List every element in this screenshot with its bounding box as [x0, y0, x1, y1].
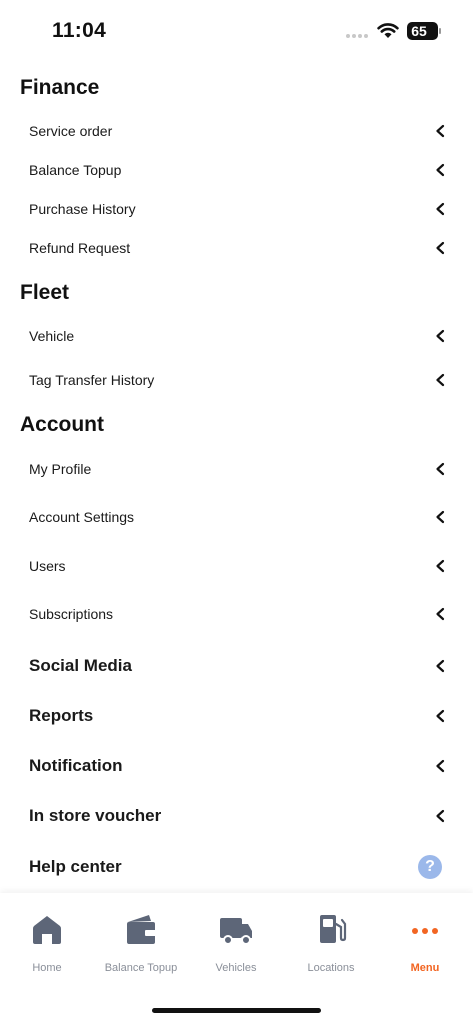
chevron-left-icon: [436, 329, 445, 343]
chevron-left-icon: [436, 759, 445, 773]
menu-item-label: My Profile: [29, 461, 92, 477]
home-icon: [33, 916, 61, 944]
menu-item-in-store-voucher[interactable]: In store voucher: [0, 796, 473, 836]
home-indicator: [152, 1008, 321, 1013]
menu-item-label: Subscriptions: [29, 606, 114, 622]
chevron-left-icon: [436, 462, 445, 476]
battery-level: 65: [411, 23, 427, 39]
menu-item-label: Notification: [29, 756, 123, 775]
tab-vehicles[interactable]: Vehicles: [189, 908, 283, 978]
menu-item-label: Service order: [29, 123, 113, 139]
menu-item-label: Purchase History: [29, 201, 136, 217]
fuel-pump-icon: [320, 915, 347, 943]
menu-item-label: Help center: [29, 857, 122, 876]
menu-item-account-settings[interactable]: Account Settings: [0, 497, 473, 537]
chevron-left-icon: [436, 809, 445, 823]
menu-item-label: Reports: [29, 706, 94, 725]
menu-item-users[interactable]: Users: [0, 546, 473, 586]
chevron-left-icon: [436, 241, 445, 255]
menu-item-label: In store voucher: [29, 806, 162, 825]
tab-label: Vehicles: [215, 962, 257, 974]
section-title-fleet: Fleet: [20, 281, 70, 304]
chevron-left-icon: [436, 659, 445, 673]
battery-icon: 65: [407, 22, 441, 40]
chevron-left-icon: [436, 202, 445, 216]
menu-item-subscriptions[interactable]: Subscriptions: [0, 594, 473, 634]
tab-balance-topup[interactable]: Balance Topup: [94, 908, 188, 978]
menu-item-vehicle[interactable]: Vehicle: [0, 316, 473, 356]
tab-label: Menu: [410, 962, 440, 974]
chevron-left-icon: [436, 559, 445, 573]
menu-item-notification[interactable]: Notification: [0, 746, 473, 786]
wallet-icon: [127, 915, 157, 944]
signal-icon: [346, 34, 368, 38]
menu-item-label: Vehicle: [29, 328, 75, 344]
tab-label: Locations: [307, 962, 355, 974]
menu-item-label: Account Settings: [29, 509, 135, 525]
chevron-left-icon: [436, 373, 445, 387]
chevron-left-icon: [436, 163, 445, 177]
menu-item-help-center[interactable]: Help center ?: [0, 847, 473, 887]
wifi-icon: [377, 23, 399, 38]
menu-item-refund-request[interactable]: Refund Request: [0, 228, 473, 268]
menu-item-my-profile[interactable]: My Profile: [0, 449, 473, 489]
chevron-left-icon: [436, 607, 445, 621]
section-title-finance: Finance: [20, 76, 100, 99]
tab-home[interactable]: Home: [0, 908, 94, 978]
menu-item-label: Social Media: [29, 656, 132, 675]
menu-item-reports[interactable]: Reports: [0, 696, 473, 736]
tab-menu[interactable]: Menu: [378, 908, 472, 978]
tab-locations[interactable]: Locations: [284, 908, 378, 978]
status-bar: 11:04 65: [0, 0, 473, 60]
tab-label: Balance Topup: [104, 962, 178, 974]
menu-item-social-media[interactable]: Social Media: [0, 646, 473, 686]
menu-item-service-order[interactable]: Service order: [0, 111, 473, 151]
truck-icon: [220, 918, 252, 945]
menu-item-label: Tag Transfer History: [29, 372, 155, 388]
chevron-left-icon: [436, 124, 445, 138]
menu-item-label: Balance Topup: [29, 162, 122, 178]
section-title-account: Account: [20, 413, 104, 436]
tab-label: Home: [32, 962, 62, 974]
chevron-left-icon: [436, 510, 445, 524]
chevron-left-icon: [436, 709, 445, 723]
question-circle-icon[interactable]: ?: [418, 855, 442, 879]
more-dots-icon: [412, 928, 438, 934]
menu-item-tag-transfer-history[interactable]: Tag Transfer History: [0, 360, 473, 400]
bottom-tab-bar: Home Balance Topup Vehicles Locations Me…: [0, 893, 473, 1024]
menu-item-balance-topup[interactable]: Balance Topup: [0, 150, 473, 190]
menu-item-purchase-history[interactable]: Purchase History: [0, 189, 473, 229]
menu-item-label: Users: [29, 558, 66, 574]
status-time: 11:04: [52, 19, 107, 42]
menu-item-label: Refund Request: [29, 240, 131, 256]
